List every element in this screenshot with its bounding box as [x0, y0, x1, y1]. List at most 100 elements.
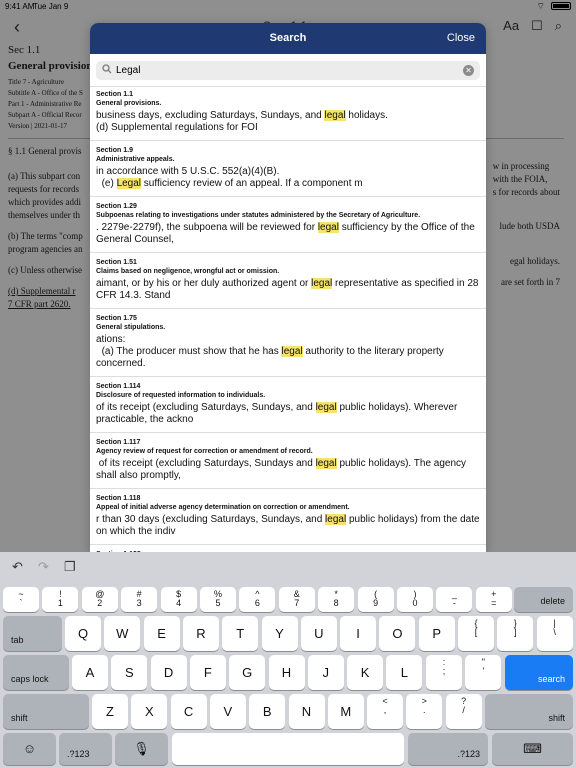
- key-`[interactable]: ~ `: [3, 587, 39, 612]
- excerpt-before: of its receipt (excluding Saturdays, Sun…: [96, 458, 316, 469]
- key-6[interactable]: ^ 6: [239, 587, 276, 612]
- key-8[interactable]: * 8: [318, 587, 355, 612]
- key-char: 🎙: [133, 741, 150, 756]
- key-q[interactable]: Q: [65, 616, 101, 651]
- key-comma[interactable]: <,: [367, 694, 403, 729]
- result-title: Subpoenas relating to investigations und…: [96, 212, 421, 219]
- results-list[interactable]: Section 1.1 General provisions. business d…: [90, 85, 486, 552]
- search-title: Search: [269, 32, 307, 44]
- key-u[interactable]: U: [300, 616, 337, 651]
- key-s[interactable]: S: [111, 655, 148, 690]
- search-result[interactable]: Section 1.9 Administrative appeals. in acc…: [90, 141, 486, 197]
- key-g[interactable]: G: [229, 655, 266, 690]
- key-p[interactable]: P: [418, 616, 455, 651]
- search-result[interactable]: Section 1.114 Disclosure of requested inf…: [90, 377, 486, 433]
- search-result[interactable]: Section 1.75 General stipulations. ations:…: [90, 309, 486, 377]
- key-c[interactable]: C: [170, 694, 207, 729]
- keyboard-toolbar: ↶ ↷ ❐: [0, 552, 576, 584]
- key-][interactable]: }]: [497, 616, 534, 651]
- key-h[interactable]: H: [268, 655, 305, 690]
- result-excerpt: r than 30 days (excluding Saturdays, Sun…: [96, 514, 480, 538]
- key-9[interactable]: (9: [357, 587, 394, 612]
- space-key[interactable]: [172, 733, 404, 765]
- paste-icon[interactable]: ❐: [64, 559, 76, 575]
- key-char: U: [314, 626, 324, 641]
- delete-key[interactable]: delete: [514, 587, 573, 612]
- key-x[interactable]: X: [131, 694, 168, 729]
- key-b[interactable]: B: [249, 694, 286, 729]
- key-k[interactable]: K: [347, 655, 384, 690]
- close-button[interactable]: Close: [447, 32, 475, 44]
- key-char: N: [301, 704, 312, 719]
- key--[interactable]: _ -: [436, 587, 473, 612]
- search-key[interactable]: search: [505, 655, 573, 690]
- right-shift-key[interactable]: shift: [485, 694, 573, 729]
- key-a[interactable]: A: [72, 655, 108, 690]
- redo-icon[interactable]: ↷: [38, 559, 49, 575]
- result-excerpt: aimant, or by his or her duly authorized…: [96, 278, 480, 302]
- key-i[interactable]: I: [340, 616, 377, 651]
- key-t[interactable]: T: [222, 616, 259, 651]
- key-v[interactable]: V: [209, 694, 246, 729]
- key-l[interactable]: L: [386, 655, 423, 690]
- search-panel: Search Close ✕ Section 1.1 General provis…: [90, 23, 486, 552]
- dictation-key[interactable]: 🎙: [115, 733, 168, 765]
- key-period[interactable]: >.: [406, 694, 443, 729]
- key-5[interactable]: % 5: [200, 587, 236, 612]
- key-char: [: [474, 627, 478, 637]
- excerpt-before: of its receipt (excluding Saturdays, Sun…: [96, 402, 316, 413]
- key-char: ;: [442, 666, 446, 676]
- key-char: =: [491, 598, 497, 608]
- key-\[interactable]: | \: [536, 616, 573, 651]
- key-[[interactable]: {[: [458, 616, 494, 651]
- clear-icon[interactable]: ✕: [463, 65, 474, 76]
- key-w[interactable]: W: [104, 616, 141, 651]
- key-1[interactable]: ! 1: [42, 587, 79, 612]
- search-result[interactable]: Section 1.1 General provisions. business d…: [90, 85, 486, 141]
- numbers-key-left[interactable]: .?123: [59, 733, 112, 765]
- left-shift-key[interactable]: shift: [3, 694, 89, 729]
- result-section: Section 1.29: [96, 203, 137, 210]
- numbers-key-right[interactable]: .?123: [408, 733, 488, 765]
- key-m[interactable]: M: [327, 694, 364, 729]
- key-z[interactable]: Z: [92, 694, 128, 729]
- key-quote[interactable]: " ': [465, 655, 502, 690]
- search-result[interactable]: Section 1.29 Subpoenas relating to invest…: [90, 197, 486, 253]
- match-highlight: legal: [311, 278, 333, 289]
- key-e[interactable]: E: [143, 616, 180, 651]
- key-char: 3: [136, 598, 142, 608]
- search-result[interactable]: Section 1.51 Claims based on negligence, …: [90, 253, 486, 309]
- key-y[interactable]: Y: [261, 616, 298, 651]
- search-result[interactable]: Section 1.133Institution of proceedings.: [90, 545, 486, 552]
- match-highlight: legal: [281, 346, 303, 357]
- key-2[interactable]: @2: [81, 587, 118, 612]
- key-char: Z: [106, 704, 114, 719]
- key-7[interactable]: & 7: [278, 587, 315, 612]
- search-input[interactable]: [116, 63, 446, 78]
- result-section: Section 1.118: [96, 495, 141, 502]
- key-slash[interactable]: ? /: [445, 694, 482, 729]
- key-3[interactable]: #3: [121, 587, 158, 612]
- key-semicolon[interactable]: :;: [426, 655, 462, 690]
- key-d[interactable]: D: [150, 655, 187, 690]
- dismiss-keyboard-key[interactable]: ⌨: [492, 733, 573, 765]
- key-label: search: [537, 674, 565, 684]
- search-result[interactable]: Section 1.117 Agency review of request fo…: [90, 433, 486, 489]
- undo-icon[interactable]: ↶: [12, 559, 23, 575]
- key-=[interactable]: + =: [475, 587, 512, 612]
- key-o[interactable]: O: [379, 616, 416, 651]
- key-0[interactable]: ) 0: [397, 587, 433, 612]
- key-j[interactable]: J: [307, 655, 344, 690]
- key-n[interactable]: N: [288, 694, 325, 729]
- emoji-key[interactable]: ☺: [3, 733, 56, 765]
- result-title: Agency review of request for correction …: [96, 448, 313, 455]
- tab-key[interactable]: tab: [3, 616, 62, 651]
- key-f[interactable]: F: [189, 655, 226, 690]
- search-result[interactable]: Section 1.118 Appeal of initial adverse a…: [90, 489, 486, 545]
- key-char: -: [452, 598, 456, 608]
- excerpt-before: business days, excluding Saturdays, Sund…: [96, 110, 325, 121]
- key-4[interactable]: $4: [160, 587, 197, 612]
- caps-lock-key[interactable]: caps lock: [3, 655, 69, 690]
- result-excerpt: . 2279e-2279f), the subpoena will be rev…: [96, 222, 480, 246]
- key-r[interactable]: R: [182, 616, 219, 651]
